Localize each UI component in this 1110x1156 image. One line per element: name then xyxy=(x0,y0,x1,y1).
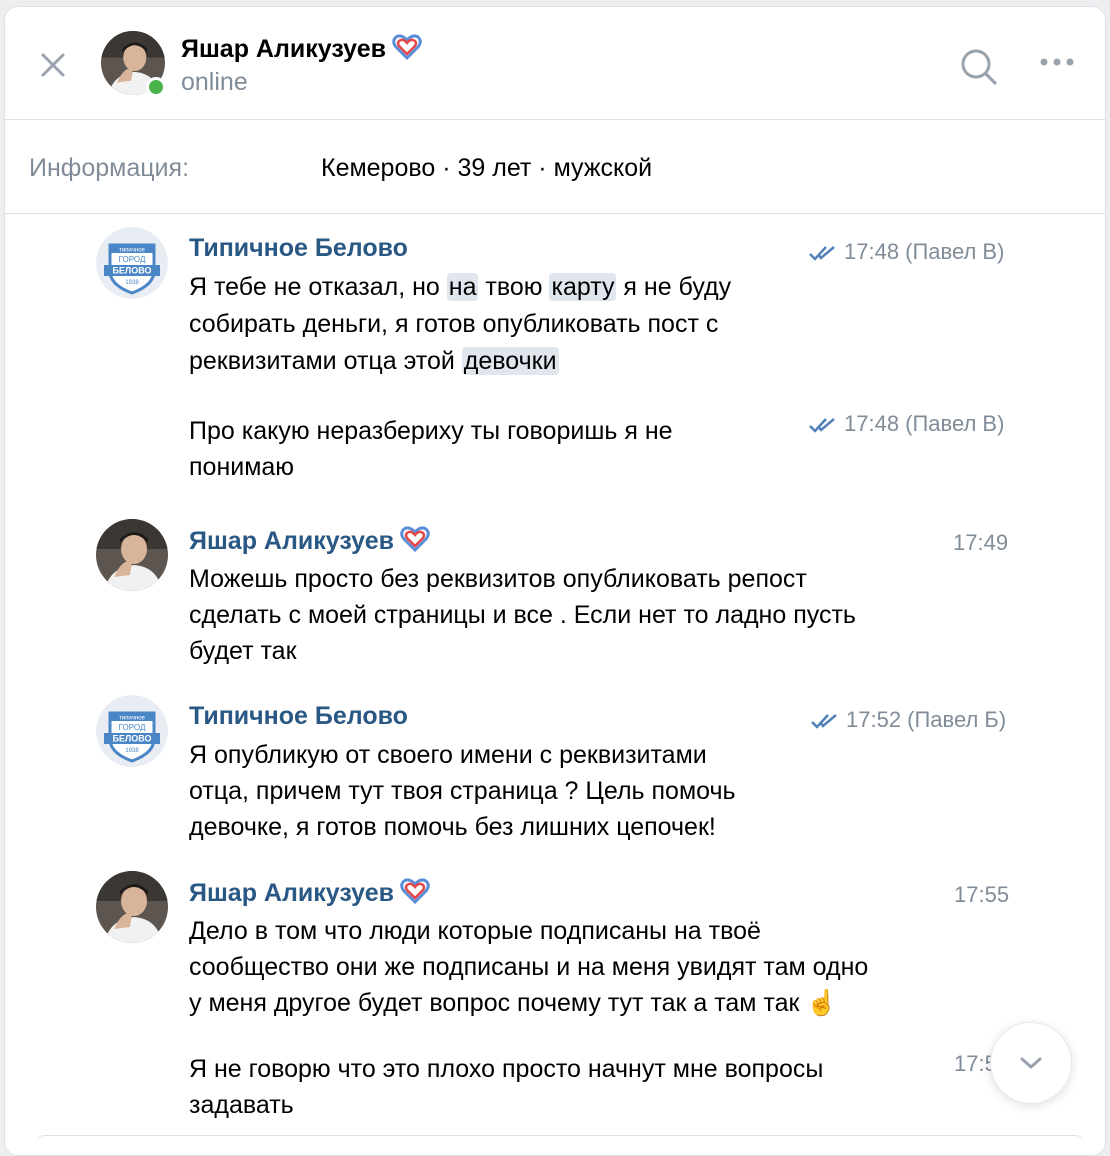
message-author[interactable]: Типичное Белово xyxy=(189,234,408,263)
online-indicator xyxy=(146,77,166,97)
double-check-icon xyxy=(810,709,840,735)
online-status: online xyxy=(181,68,248,96)
logo-small-text: типичное xyxy=(119,716,145,722)
message-line: Я тебе не отказал, но на твою карту я не… xyxy=(189,269,949,306)
avatar[interactable] xyxy=(96,519,168,591)
message-text: Я тебе не отказал, но на твою карту я не… xyxy=(189,269,949,380)
message-text: Дело в том что люди которые подписаны на… xyxy=(189,913,989,1021)
message-author[interactable]: Яшар Аликузуев xyxy=(189,526,430,559)
message-line: девочке, я готов помочь без лишних цепоч… xyxy=(189,813,716,841)
message-line: реквизитами отца этой девочки xyxy=(189,343,949,380)
logo-small-text: типичное xyxy=(119,248,145,254)
message-line: собирать деньги, я готов опубликовать по… xyxy=(189,310,719,338)
message-text: Про какую неразбериху ты говоришь я не п… xyxy=(189,413,949,485)
search-button[interactable] xyxy=(959,47,999,92)
info-label: Информация: xyxy=(29,154,190,182)
message-text: Можешь просто без реквизитов опубликоват… xyxy=(189,561,949,669)
message-time: 17:48 (Павел В) xyxy=(808,239,1004,267)
highlighted-word[interactable]: на xyxy=(446,273,479,301)
profile-info-row: Информация: Кемерово · 39 лет · мужской xyxy=(5,120,1105,214)
message-line: Про какую неразбериху ты говоришь я не xyxy=(189,417,673,445)
avatar[interactable]: типичное ГОРОД БЕЛОВО 1938 xyxy=(96,695,168,767)
heart-icon xyxy=(400,526,430,559)
logo-name-text: БЕЛОВО xyxy=(112,266,151,276)
user-photo xyxy=(96,871,168,943)
logo-city-text: ГОРОД xyxy=(119,255,146,264)
message-line: понимаю xyxy=(189,453,295,481)
chat-title[interactable]: Яшар Аликузуев xyxy=(181,34,422,67)
logo-city-text: ГОРОД xyxy=(119,723,146,732)
search-icon xyxy=(961,49,997,85)
heart-icon xyxy=(400,878,430,911)
community-logo: типичное ГОРОД БЕЛОВО 1938 xyxy=(96,695,168,767)
message-time: 17:52 (Павел Б) xyxy=(810,707,1006,735)
message-line: Я опубликую от своего имени с реквизитам… xyxy=(189,741,707,769)
info-value: Кемерово · 39 лет · мужской xyxy=(321,154,653,182)
avatar[interactable] xyxy=(96,871,168,943)
chat-window: Яшар Аликузуев online Информация: Кемеро… xyxy=(4,6,1106,1156)
user-photo xyxy=(96,519,168,591)
logo-year-text: 1938 xyxy=(125,280,139,286)
author-name: Яшар Аликузуев xyxy=(189,527,394,555)
message-line: сообщество они же подписаны и на меня ув… xyxy=(189,953,869,981)
text-fragment: я не буду xyxy=(616,273,732,301)
message-input-area[interactable] xyxy=(35,1135,1085,1155)
message-time: 17:55 xyxy=(954,882,1010,907)
text-fragment: твою xyxy=(478,273,550,301)
text-fragment: реквизитами отца этой xyxy=(189,347,462,375)
chat-title-text: Яшар Аликузуев xyxy=(181,35,386,63)
message-line: отца, причем тут твоя страница ? Цель по… xyxy=(189,777,736,805)
close-button[interactable] xyxy=(35,47,71,83)
message-line: у меня другое будет вопрос почему тут та… xyxy=(189,989,838,1017)
more-button[interactable] xyxy=(1039,55,1075,73)
scroll-down-button[interactable] xyxy=(990,1022,1072,1104)
community-logo: типичное ГОРОД БЕЛОВО 1938 xyxy=(96,227,168,299)
message-line: Можешь просто без реквизитов опубликоват… xyxy=(189,565,807,593)
highlighted-word[interactable]: карту xyxy=(549,273,617,301)
message-time-text: 17:52 (Павел Б) xyxy=(846,707,1007,732)
chevron-down-icon xyxy=(1020,1057,1042,1069)
more-icon xyxy=(1040,58,1074,66)
double-check-icon xyxy=(808,241,838,267)
logo-year-text: 1938 xyxy=(125,748,139,754)
heart-icon xyxy=(392,34,422,67)
message-line: задавать xyxy=(189,1091,294,1119)
close-icon xyxy=(41,53,65,77)
logo-name-text: БЕЛОВО xyxy=(112,734,151,744)
message-line: Дело в том что люди которые подписаны на… xyxy=(189,917,761,945)
message-author[interactable]: Типичное Белово xyxy=(189,702,408,731)
message-line: сделать с моей страницы и все . Если нет… xyxy=(189,601,856,629)
message-author[interactable]: Яшар Аликузуев xyxy=(189,878,430,911)
author-name: Яшар Аликузуев xyxy=(189,879,394,907)
message-line: будет так xyxy=(189,637,297,665)
chat-header: Яшар Аликузуев online xyxy=(5,7,1105,120)
message-line: Я не говорю что это плохо просто начнут … xyxy=(189,1055,824,1083)
message-time: 17:49 xyxy=(953,530,1009,555)
message-text: Я опубликую от своего имени с реквизитам… xyxy=(189,737,949,845)
message-text: Я не говорю что это плохо просто начнут … xyxy=(189,1051,949,1123)
highlighted-word[interactable]: девочки xyxy=(461,347,559,375)
text-fragment: Я тебе не отказал, но xyxy=(189,273,447,301)
avatar[interactable]: типичное ГОРОД БЕЛОВО 1938 xyxy=(96,227,168,299)
message-time-text: 17:48 (Павел В) xyxy=(844,239,1005,264)
